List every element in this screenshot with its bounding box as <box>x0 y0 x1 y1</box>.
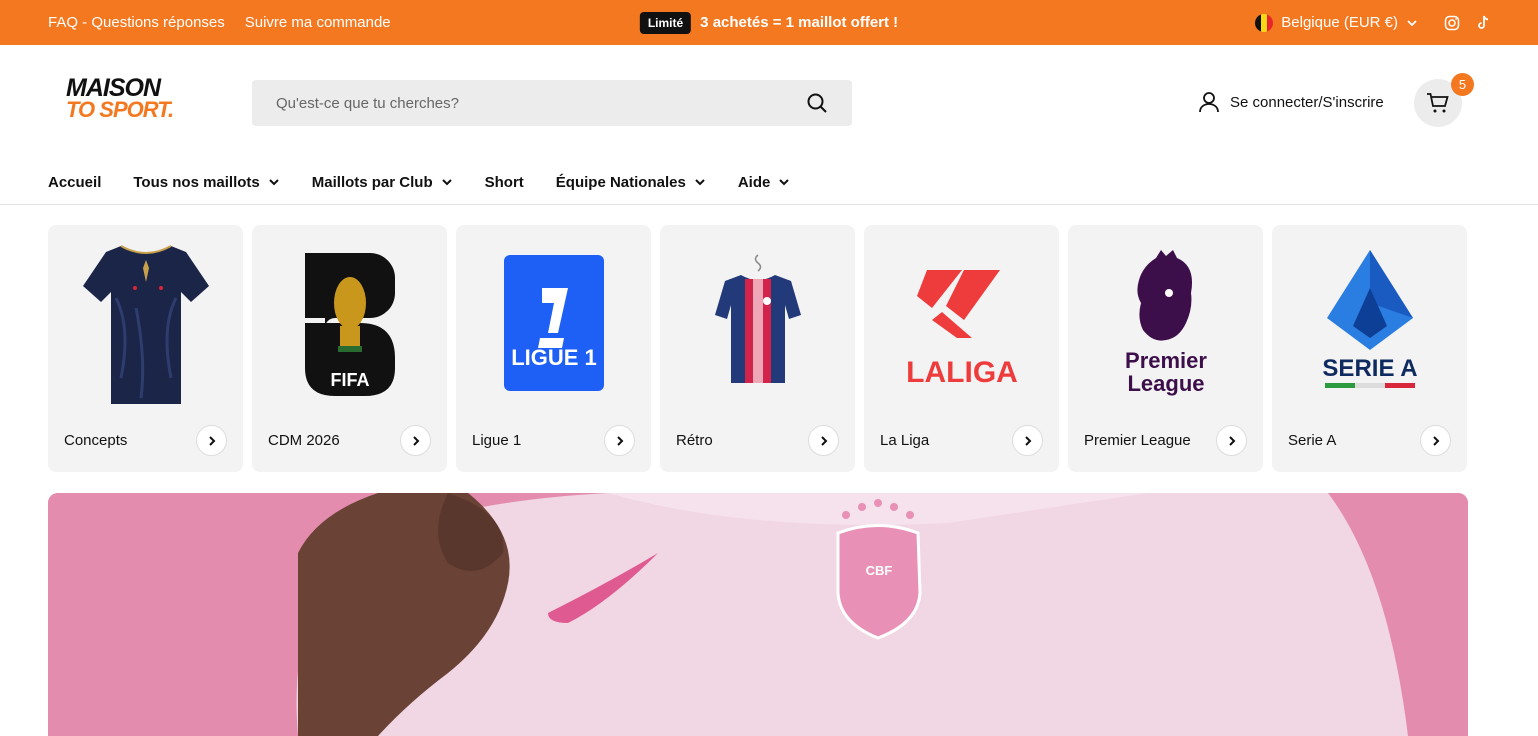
search-input[interactable] <box>276 94 806 112</box>
nav-item-tous-nos-maillots[interactable]: Tous nos maillots <box>133 174 279 191</box>
site-logo[interactable]: MAISON TO SPORT. <box>66 74 216 137</box>
category-card-la-liga[interactable]: LALIGA La Liga <box>864 225 1059 472</box>
track-order-link[interactable]: Suivre ma commande <box>245 14 391 31</box>
search-bar <box>252 80 852 126</box>
category-card-ligue-1[interactable]: LIGUE 1 Ligue 1 <box>456 225 651 472</box>
chevron-right-icon[interactable] <box>196 425 227 456</box>
chevron-down-icon <box>441 179 452 186</box>
nav-item-short[interactable]: Short <box>485 174 524 191</box>
nav-item-maillots-par-club[interactable]: Maillots par Club <box>312 174 453 191</box>
user-icon <box>1199 92 1219 113</box>
premier-league-logo: Premier League <box>1068 235 1263 410</box>
chevron-down-icon <box>269 179 279 186</box>
category-label: Rétro <box>676 432 713 449</box>
promo-message: Limité 3 achetés = 1 maillot offert ! <box>639 11 899 34</box>
logo-line-1: MAISON <box>66 74 161 102</box>
pl-text-1: Premier <box>1125 348 1207 373</box>
search-icon[interactable] <box>806 92 828 114</box>
cart-icon <box>1427 93 1449 113</box>
nav-item-label: Tous nos maillots <box>133 173 260 191</box>
fifa-text: FIFA <box>330 370 369 390</box>
chevron-down-icon <box>779 179 790 186</box>
cbf-text: CBF <box>866 563 893 578</box>
limited-badge: Limité <box>639 11 692 34</box>
chevron-right-icon[interactable] <box>400 425 431 456</box>
account-link[interactable]: Se connecter/S'inscrire <box>1198 91 1384 113</box>
fifa-2026-logo: FIFA <box>252 235 447 410</box>
chevron-down-icon <box>1407 19 1417 26</box>
laliga-logo: LALIGA <box>864 235 1059 410</box>
country-label: Belgique (EUR €) <box>1281 14 1398 31</box>
category-label: Ligue 1 <box>472 432 522 449</box>
nav-item-equipe-nationales[interactable]: Équipe Nationales <box>556 174 706 191</box>
category-label: CDM 2026 <box>268 432 340 449</box>
serie-a-logo: SERIE A <box>1272 235 1467 410</box>
hero-banner[interactable]: CBF <box>48 493 1468 736</box>
concept-jersey-image <box>48 235 243 410</box>
nav-item-label: Équipe Nationales <box>555 173 686 191</box>
category-card-cdm-2026[interactable]: FIFA CDM 2026 <box>252 225 447 472</box>
chevron-right-icon[interactable] <box>1012 425 1043 456</box>
category-label: Serie A <box>1288 432 1337 449</box>
brazil-pink-jersey-image: CBF <box>48 493 1468 736</box>
cart-count-badge: 5 <box>1451 73 1474 96</box>
chevron-down-icon <box>695 179 705 186</box>
nav-item-aide[interactable]: Aide <box>738 174 791 191</box>
chevron-right-icon[interactable] <box>1216 425 1247 456</box>
promo-text: 3 achetés = 1 maillot offert ! <box>700 14 899 31</box>
laliga-text: LALIGA <box>906 356 1018 388</box>
chevron-right-icon[interactable] <box>604 425 635 456</box>
chevron-right-icon[interactable] <box>1420 425 1451 456</box>
nav-item-label: Short <box>484 173 524 191</box>
seriea-text: SERIE A <box>1322 355 1417 382</box>
nav-item-label: Maillots par Club <box>311 173 433 191</box>
category-label: La Liga <box>880 432 930 449</box>
logo-line-2: TO SPORT. <box>66 97 174 122</box>
category-card-serie-a[interactable]: SERIE A Serie A <box>1272 225 1467 472</box>
announcement-bar: FAQ - Questions réponses Suivre ma comma… <box>0 0 1538 45</box>
chevron-right-icon[interactable] <box>808 425 839 456</box>
tiktok-icon[interactable] <box>1476 15 1490 31</box>
pl-text-2: League <box>1127 371 1204 396</box>
category-carousel: Concepts FIFA CDM 2026 LIGUE 1 Ligue 1 R… <box>48 225 1467 472</box>
main-nav: Accueil Tous nos maillots Maillots par C… <box>0 160 1538 205</box>
ligue1-text: LIGUE 1 <box>511 345 597 370</box>
nav-item-label: Aide <box>737 173 771 191</box>
category-label: Concepts <box>64 432 128 449</box>
category-label: Premier League <box>1084 432 1191 449</box>
account-label: Se connecter/S'inscrire <box>1230 93 1384 111</box>
category-card-retro[interactable]: Rétro <box>660 225 855 472</box>
site-header: MAISON TO SPORT. Se connecter/S'inscrire… <box>0 45 1538 160</box>
category-card-premier-league[interactable]: Premier League Premier League <box>1068 225 1263 472</box>
nav-item-label: Accueil <box>48 173 102 191</box>
belgium-flag-icon <box>1255 13 1274 32</box>
country-selector[interactable]: Belgique (EUR €) <box>1255 13 1418 32</box>
faq-link[interactable]: FAQ - Questions réponses <box>48 14 225 31</box>
category-card-concepts[interactable]: Concepts <box>48 225 243 472</box>
cart-button[interactable]: 5 <box>1414 73 1474 127</box>
nav-item-accueil[interactable]: Accueil <box>48 174 101 191</box>
ligue1-logo: LIGUE 1 <box>456 235 651 410</box>
retro-jersey-image <box>660 235 855 410</box>
instagram-icon[interactable] <box>1444 15 1460 31</box>
